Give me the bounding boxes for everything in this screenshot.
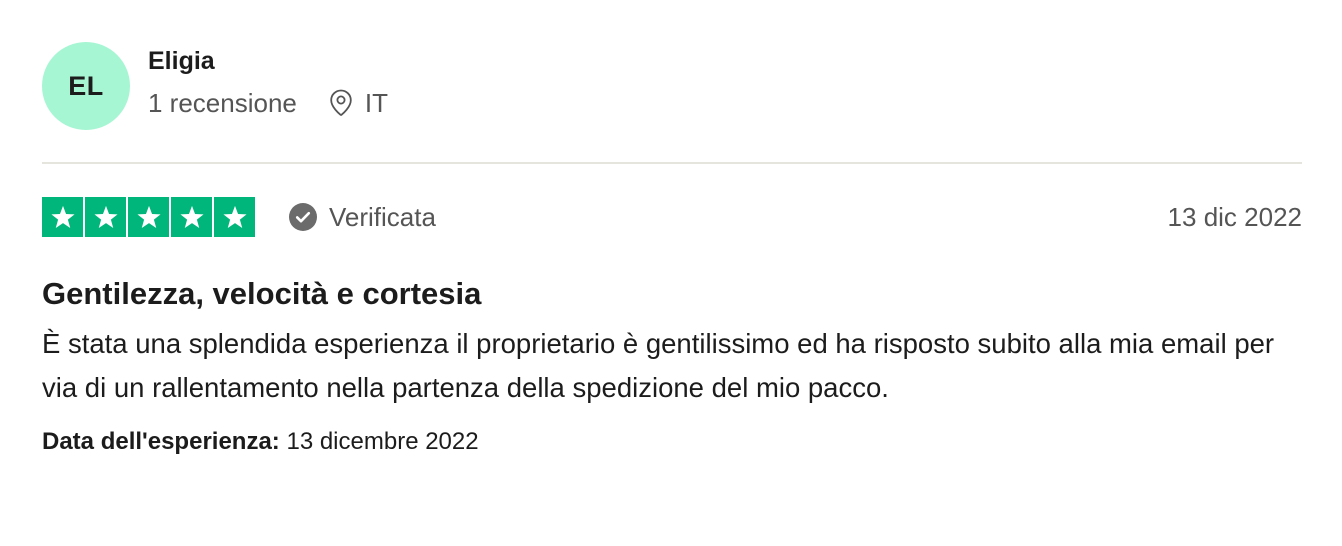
experience-date-value: 13 dicembre 2022 <box>286 428 479 455</box>
star-icon <box>128 197 169 237</box>
avatar[interactable]: EL <box>42 42 130 130</box>
reviewer-location: IT <box>329 88 388 119</box>
review-body: È stata una splendida esperienza il prop… <box>42 328 1275 403</box>
review-date: 13 dic 2022 <box>1167 201 1302 232</box>
experience-date: Data dell'esperienza: 13 dicembre 2022 <box>42 428 1302 456</box>
review-title[interactable]: Gentilezza, velocità e cortesia <box>42 275 1302 313</box>
verified-badge[interactable]: Verificata <box>289 202 436 233</box>
verified-label: Verificata <box>329 201 436 232</box>
divider <box>42 162 1302 164</box>
star-icon <box>85 197 126 237</box>
rating-row: Verificata 13 dic 2022 <box>42 196 1302 238</box>
country-code: IT <box>364 87 388 118</box>
star-icon <box>214 197 255 237</box>
reviewer-header: EL Eligia 1 recensione IT <box>42 40 1302 132</box>
experience-date-label: Data dell'esperienza: <box>42 428 280 455</box>
reviewer-name[interactable]: Eligia <box>148 46 388 76</box>
star-icon <box>171 197 212 237</box>
star-rating <box>42 197 255 237</box>
map-pin-icon <box>330 89 352 116</box>
check-circle-icon <box>289 203 317 231</box>
reviewer-info: Eligia 1 recensione IT <box>148 47 388 119</box>
review-card: EL Eligia 1 recensione IT Verificata 13 … <box>42 40 1302 456</box>
reviewer-meta: 1 recensione IT <box>148 88 388 119</box>
review-count: 1 recensione <box>148 87 297 118</box>
star-icon <box>42 197 83 237</box>
